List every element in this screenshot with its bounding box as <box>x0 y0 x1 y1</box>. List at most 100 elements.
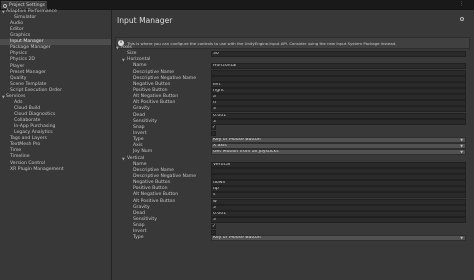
text-field[interactable]: s <box>211 192 466 199</box>
project-settings-tab[interactable]: Project Settings <box>1 1 47 9</box>
property-label: Descriptive Negative Name <box>133 75 197 81</box>
field-value: 3 <box>213 204 216 210</box>
property-label: Name <box>133 63 147 69</box>
text-field[interactable]: a <box>211 94 466 101</box>
field-value: 3 <box>213 118 216 124</box>
property-label: Descriptive Name <box>133 167 174 173</box>
field-value: 3 <box>213 216 216 222</box>
field-value: 30 <box>213 51 219 57</box>
property-label: Negative Button <box>133 81 171 87</box>
property-label: Sensitivity <box>133 216 157 222</box>
gear-icon[interactable] <box>460 17 464 21</box>
property-row: Type Key or Mouse Button ▼ <box>113 137 474 144</box>
property-row: Dead 0.001 <box>113 210 474 217</box>
property-label: Alt Negative Button <box>133 192 179 198</box>
property-row: Sensitivity 3 <box>113 216 474 223</box>
foldout-arrow-icon[interactable]: ▼ <box>116 45 119 51</box>
field-value: 3 <box>213 106 216 112</box>
property-row: Type Key or Mouse Button ▼ <box>113 235 474 242</box>
tab-title: Project Settings <box>9 3 46 8</box>
checkbox[interactable]: ✓ <box>211 223 216 229</box>
property-label: Snap <box>133 124 145 130</box>
foldout-arrow-icon[interactable]: ▼ <box>122 156 125 162</box>
text-field[interactable]: right <box>211 87 466 94</box>
field-value: s <box>213 192 216 198</box>
field-value: d <box>213 100 216 106</box>
dropdown-field[interactable]: X axis ▼ <box>211 143 466 150</box>
field-value: Get Motion from all Joysticks <box>213 149 279 155</box>
text-field[interactable] <box>211 75 466 82</box>
property-row: ▼ Vertical <box>113 156 474 162</box>
property-row: Alt Positive Button d <box>113 100 474 107</box>
property-row: Name Vertical <box>113 161 474 168</box>
text-field[interactable]: d <box>211 100 466 107</box>
text-field[interactable] <box>211 69 466 76</box>
text-field[interactable]: down <box>211 180 466 187</box>
sidebar-item-xr-plugin-management[interactable]: XR Plugin Management <box>0 167 111 173</box>
foldout-arrow-icon[interactable]: ▼ <box>122 57 125 63</box>
property-label: Dead <box>133 210 146 216</box>
property-row: Joy Num Get Motion from all Joysticks ▼ <box>113 149 474 156</box>
property-label: Alt Positive Button <box>133 198 176 204</box>
field-value: Key or Mouse Button <box>213 137 261 143</box>
text-field[interactable] <box>211 173 466 180</box>
property-row: Alt Negative Button s <box>113 192 474 199</box>
checkbox[interactable] <box>211 229 216 235</box>
text-field[interactable]: Horizontal <box>211 63 466 70</box>
gear-icon <box>3 3 7 8</box>
dropdown-field[interactable]: Get Motion from all Joysticks ▼ <box>211 149 466 156</box>
text-field[interactable]: 3 <box>211 118 466 125</box>
field-value: 0.001 <box>213 210 227 216</box>
chevron-down-icon: ▼ <box>460 144 463 149</box>
property-label: Dead <box>133 112 146 118</box>
text-field[interactable] <box>211 167 466 174</box>
field-value: up <box>213 186 219 192</box>
text-field[interactable]: 30 <box>211 51 466 58</box>
field-value: a <box>213 94 216 100</box>
checkbox[interactable]: ✓ <box>211 125 216 131</box>
property-label: Gravity <box>133 106 150 112</box>
property-label: Vertical <box>127 155 145 161</box>
field-value: Horizontal <box>213 63 237 69</box>
dropdown-field[interactable]: Key or Mouse Button ▼ <box>211 235 466 242</box>
property-row: Invert <box>113 131 474 137</box>
field-value: w <box>213 198 217 204</box>
chevron-down-icon: ▼ <box>460 138 463 143</box>
property-row: Snap ✓ <box>113 125 474 131</box>
property-label: Name <box>133 161 147 167</box>
sidebar-item-label: XR Plugin Management <box>10 166 64 172</box>
more-options-icon[interactable]: ⋮ <box>459 1 464 8</box>
text-field[interactable]: left <box>211 81 466 88</box>
property-row: Negative Button left <box>113 81 474 88</box>
text-field[interactable]: up <box>211 186 466 193</box>
property-row: Invert <box>113 229 474 235</box>
chevron-down-icon: ▼ <box>460 236 463 241</box>
property-row: Descriptive Negative Name <box>113 75 474 82</box>
field-value: right <box>213 87 224 93</box>
property-label: Joy Num <box>133 149 153 155</box>
property-label: Type <box>133 235 144 241</box>
property-row: Gravity 3 <box>113 204 474 211</box>
text-field[interactable]: 0.001 <box>211 210 466 217</box>
property-row: Descriptive Name <box>113 69 474 76</box>
property-label: Sensitivity <box>133 118 157 124</box>
property-row: Size 30 <box>113 51 474 58</box>
field-value: down <box>213 180 226 186</box>
text-field[interactable]: 3 <box>211 216 466 223</box>
text-field[interactable]: 3 <box>211 204 466 211</box>
text-field[interactable]: Vertical <box>211 161 466 168</box>
property-label: Gravity <box>133 204 150 210</box>
checkbox[interactable] <box>211 131 216 137</box>
text-field[interactable]: 3 <box>211 106 466 113</box>
property-row: ▼ Horizontal <box>113 57 474 63</box>
field-value: Key or Mouse Button <box>213 235 261 241</box>
text-field[interactable]: w <box>211 198 466 205</box>
property-row: Alt Positive Button w <box>113 198 474 205</box>
dropdown-field[interactable]: Key or Mouse Button ▼ <box>211 137 466 144</box>
property-row: ▼ Axes <box>113 45 474 51</box>
text-field[interactable]: 0.001 <box>211 112 466 119</box>
settings-sidebar: ▼ Adaptive Performance Simulator Audio Edito… <box>0 9 112 280</box>
field-value: Vertical <box>213 161 231 167</box>
field-value: 0.001 <box>213 112 227 118</box>
property-row: Snap ✓ <box>113 223 474 229</box>
